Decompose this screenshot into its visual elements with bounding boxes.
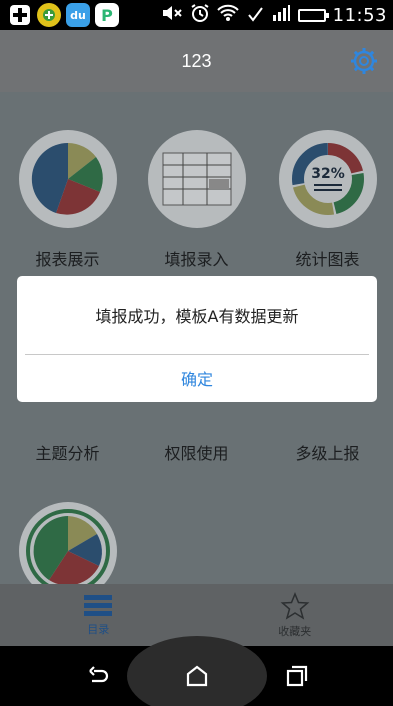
app-header: 123 [0, 30, 393, 92]
tab-favorites[interactable]: 收藏夹 [197, 584, 393, 646]
donut-chart-icon: 32% [278, 130, 377, 228]
gear-icon[interactable] [349, 46, 379, 76]
signal-icon [271, 4, 291, 26]
donut-percent-label: 32% [311, 166, 345, 182]
tab-label: 收藏夹 [278, 624, 312, 638]
tile-label: 填报录入 [164, 250, 229, 269]
menu-list-icon [84, 594, 113, 616]
plus-cross-icon [8, 3, 32, 27]
divider [25, 354, 369, 355]
system-nav-bar [0, 636, 393, 706]
tile-label: 权限使用 [164, 444, 229, 463]
confirm-button[interactable]: 确定 [17, 356, 377, 400]
tile-label: 主题分析 [35, 444, 100, 463]
mute-icon [161, 4, 183, 26]
alert-dialog: 填报成功，模板A有数据更新 确定 [17, 276, 377, 402]
p-app-icon: P [95, 3, 119, 27]
recent-apps-icon[interactable] [285, 664, 309, 688]
star-icon [280, 591, 310, 620]
alarm-icon [190, 3, 210, 27]
home-icon[interactable] [185, 664, 209, 688]
tile-label: 多级上报 [295, 444, 360, 463]
tile-statistics-chart[interactable]: 32% 统计图表 [262, 130, 393, 270]
page-title: 123 [181, 50, 212, 71]
form-entry-icon [147, 130, 246, 228]
tile-label: 报表展示 [35, 250, 100, 269]
dialog-message: 填报成功，模板A有数据更新 [95, 307, 299, 326]
tile-report-display[interactable]: 报表展示 [2, 130, 133, 270]
du-app-icon: du [66, 3, 90, 27]
battery-icon [297, 8, 329, 22]
network-type-icon [246, 3, 264, 27]
pie-chart-icon [18, 130, 117, 228]
tile-form-entry[interactable]: 填报录入 [131, 130, 262, 270]
back-icon[interactable] [86, 664, 110, 688]
tab-label: 目录 [87, 622, 110, 636]
tab-catalog[interactable]: 目录 [0, 584, 197, 646]
tile-label: 统计图表 [295, 250, 360, 269]
green-app-icon [37, 3, 61, 27]
wifi-icon [216, 4, 239, 26]
status-bar: du P 11:53 [0, 0, 393, 30]
status-time: 11:53 [332, 4, 387, 26]
